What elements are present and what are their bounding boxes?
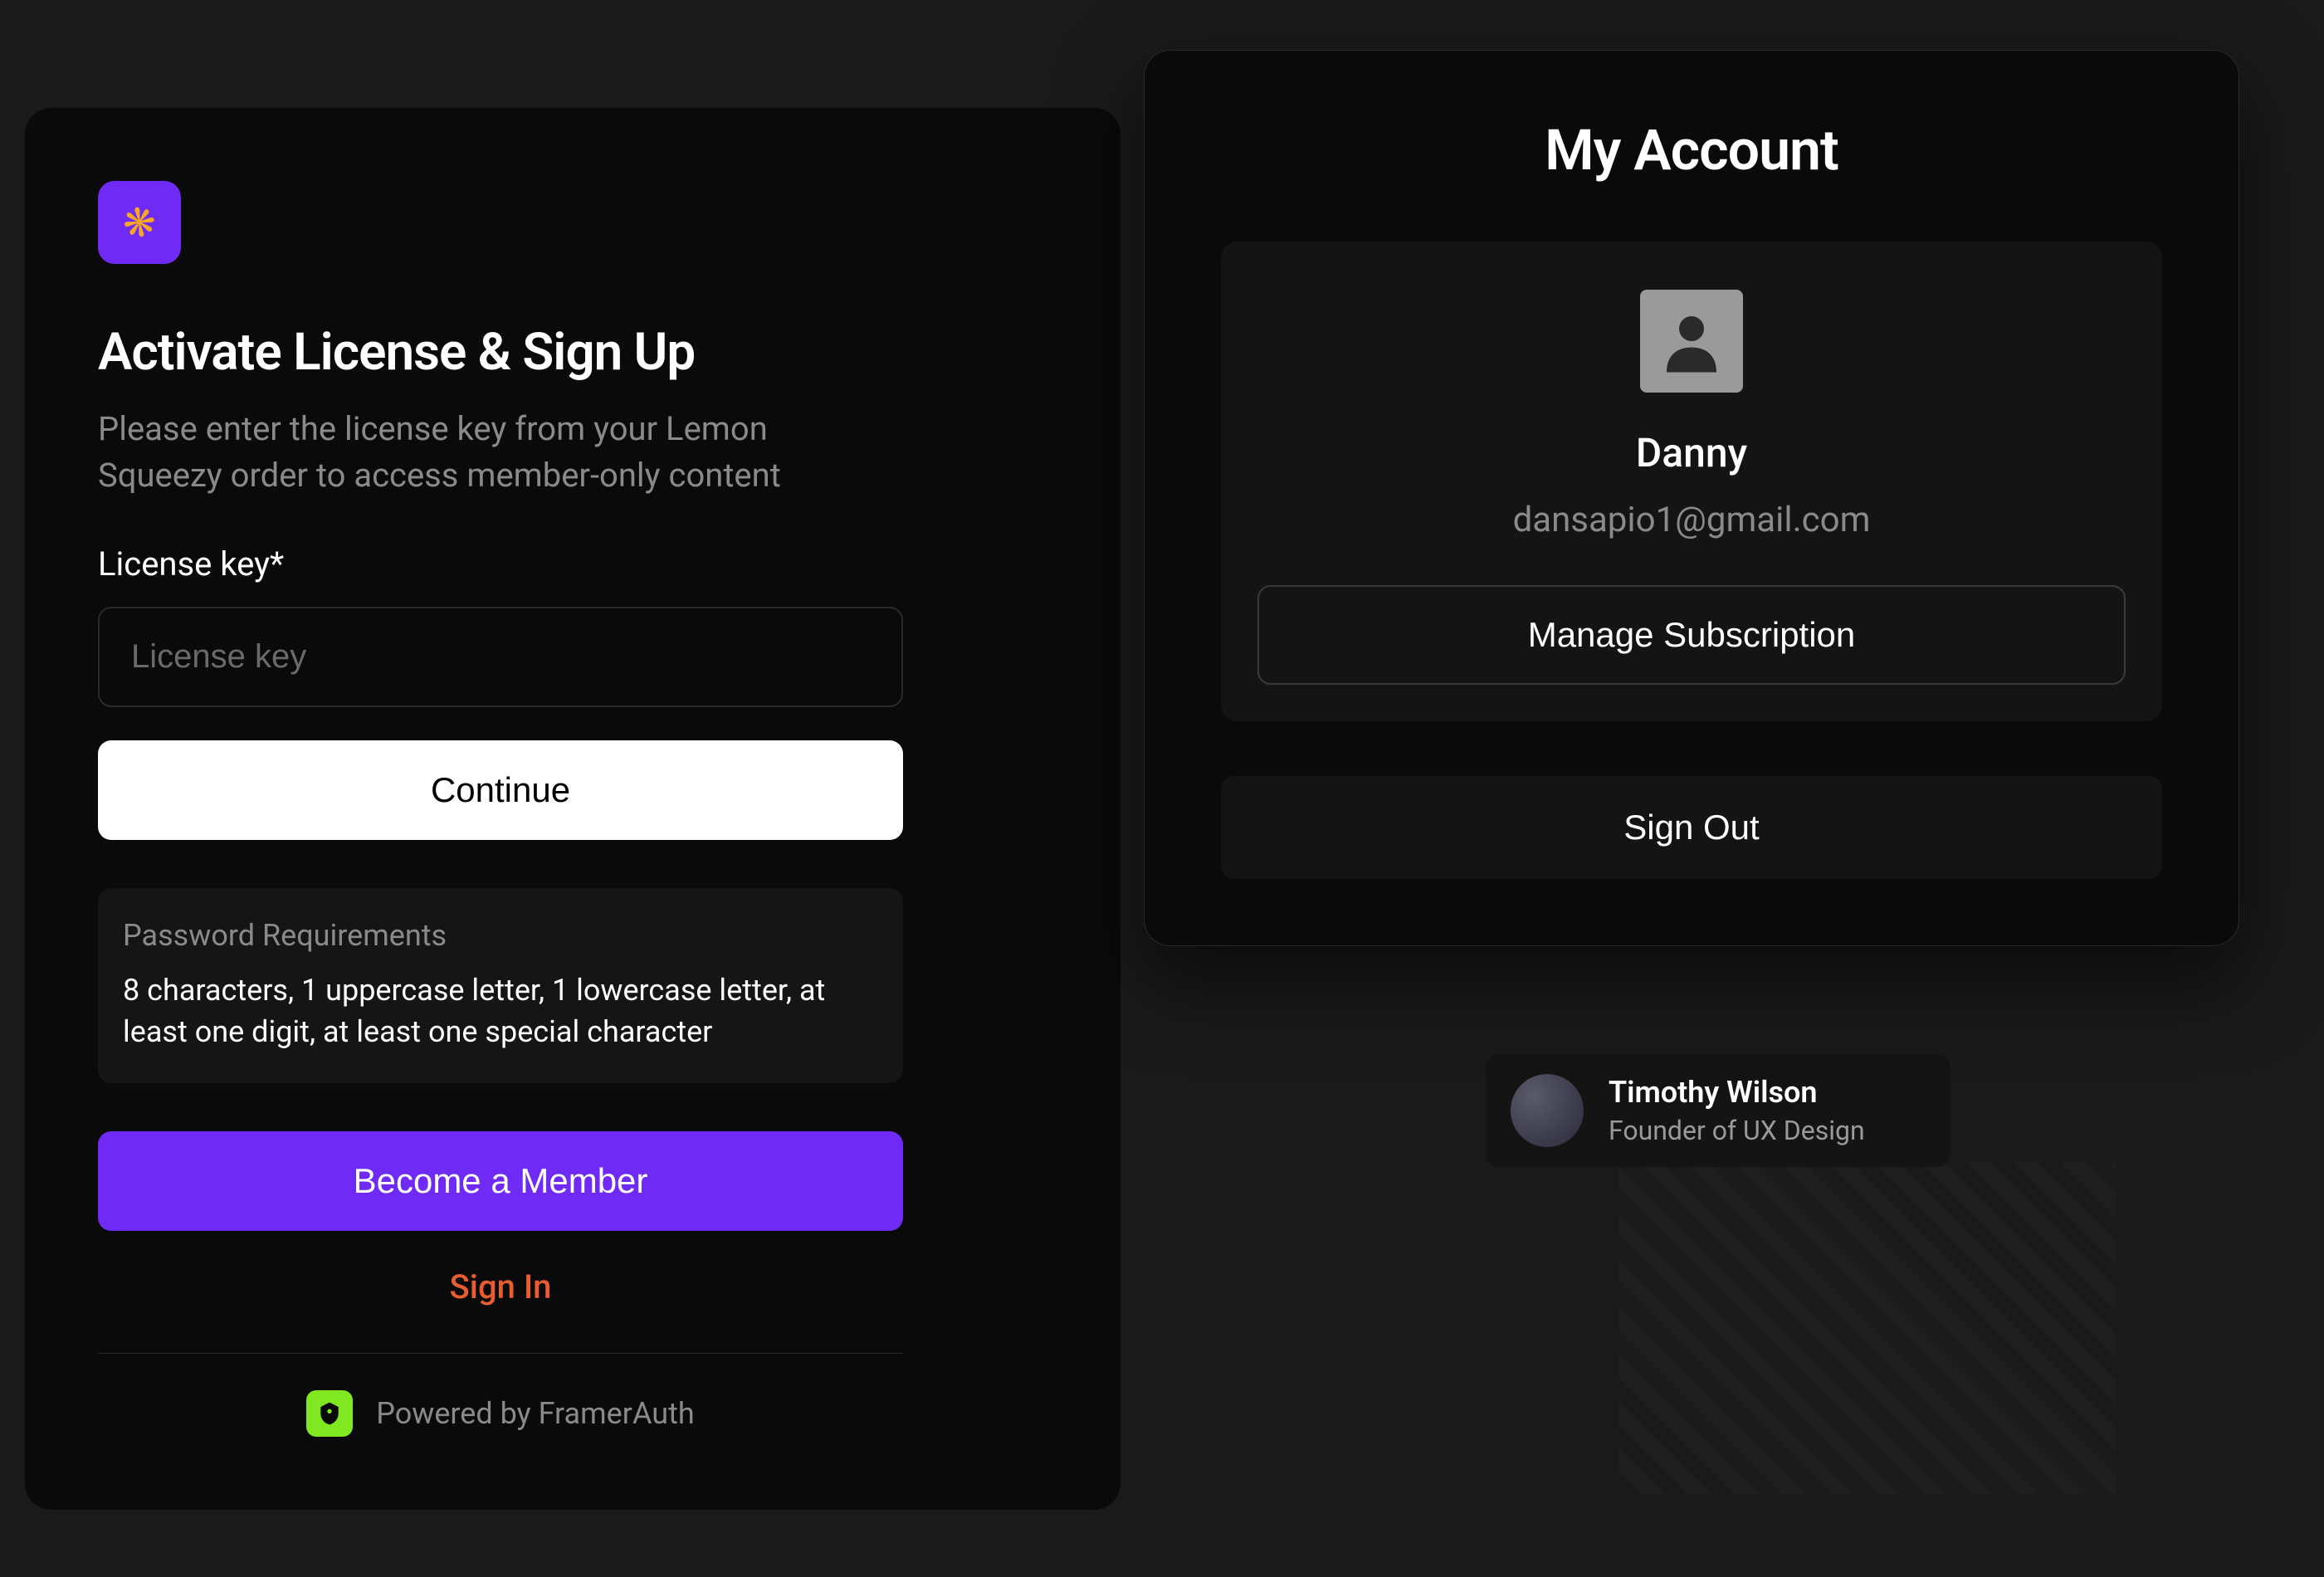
app-logo-icon: ❋ xyxy=(98,181,181,264)
requirements-text: 8 characters, 1 uppercase letter, 1 lowe… xyxy=(123,969,878,1053)
license-key-input[interactable] xyxy=(98,607,903,707)
user-name: Timothy Wilson xyxy=(1609,1075,1865,1110)
divider xyxy=(98,1353,903,1354)
avatar-placeholder-icon xyxy=(1640,290,1743,393)
page-title: Activate License & Sign Up xyxy=(98,322,1047,383)
manage-subscription-button[interactable]: Manage Subscription xyxy=(1257,585,2126,685)
profile-name: Danny xyxy=(1636,429,1747,476)
user-card[interactable]: Timothy Wilson Founder of UX Design xyxy=(1486,1054,1950,1167)
continue-button[interactable]: Continue xyxy=(98,740,903,840)
signup-card: ❋ Activate License & Sign Up Please ente… xyxy=(25,108,1120,1510)
password-requirements-box: Password Requirements 8 characters, 1 up… xyxy=(98,888,903,1083)
powered-by-row: Powered by FramerAuth xyxy=(98,1390,903,1437)
user-role: Founder of UX Design xyxy=(1609,1115,1865,1146)
requirements-title: Password Requirements xyxy=(123,918,878,953)
lemon-leaf-icon: ❋ xyxy=(119,196,160,248)
sign-in-link[interactable]: Sign In xyxy=(98,1267,903,1306)
become-member-button[interactable]: Become a Member xyxy=(98,1131,903,1231)
background-pattern xyxy=(1618,1162,2116,1494)
user-avatar xyxy=(1511,1074,1584,1147)
page-subtitle: Please enter the license key from your L… xyxy=(98,406,820,499)
profile-box: Danny dansapio1@gmail.com Manage Subscri… xyxy=(1221,242,2162,721)
license-key-label: License key* xyxy=(98,544,1047,583)
account-title: My Account xyxy=(1221,117,2162,183)
profile-email: dansapio1@gmail.com xyxy=(1513,500,1871,540)
user-info: Timothy Wilson Founder of UX Design xyxy=(1609,1075,1865,1146)
sign-out-button[interactable]: Sign Out xyxy=(1221,776,2162,879)
framerauth-badge-icon xyxy=(306,1390,353,1437)
powered-by-text: Powered by FramerAuth xyxy=(376,1396,694,1431)
account-card: My Account Danny dansapio1@gmail.com Man… xyxy=(1144,50,2239,946)
